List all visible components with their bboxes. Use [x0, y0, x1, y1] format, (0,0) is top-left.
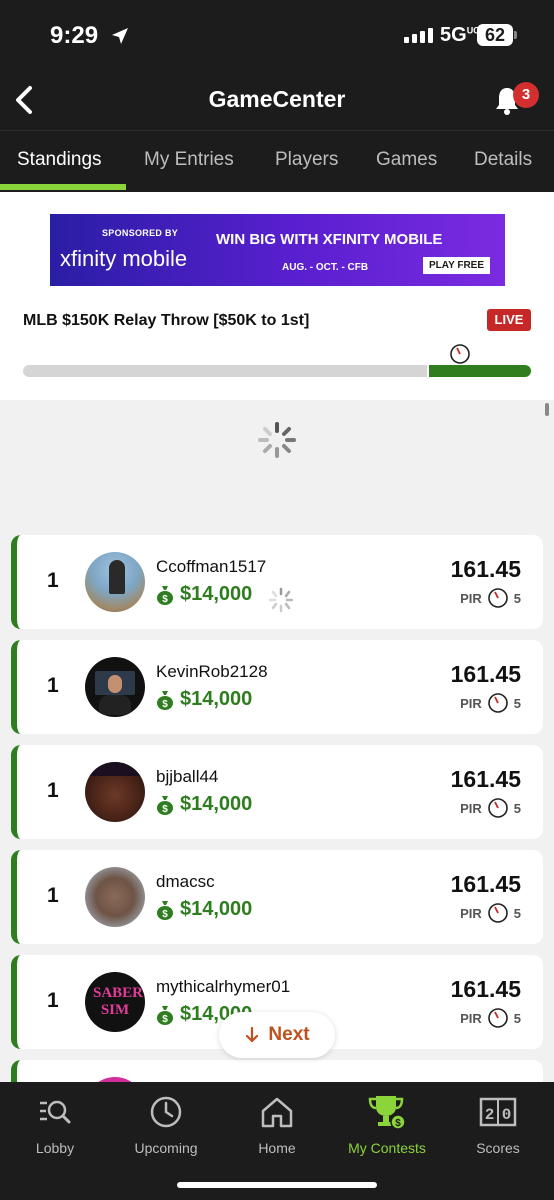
nav-lobby[interactable]: Lobby — [0, 1090, 110, 1156]
tab-games[interactable]: Games — [376, 149, 437, 171]
avatar: SABER SIM — [85, 972, 145, 1032]
tab-bar: Standings My Entries Players Games Detai… — [0, 130, 554, 192]
timer-icon — [487, 798, 508, 818]
top-bar: 9:29 5GUC 62 GameCenter 3 Standings My E… — [0, 0, 554, 192]
prize: $ $14,000 — [156, 898, 252, 921]
username: Ccoffman1517 — [156, 557, 267, 576]
svg-text:$: $ — [162, 699, 168, 710]
banner-sponsor-text: SPONSORED BY — [102, 228, 179, 238]
avatar — [85, 657, 145, 717]
home-icon — [261, 1097, 293, 1128]
scoreboard-icon: 2 0 — [479, 1097, 517, 1127]
nav-upcoming[interactable]: Upcoming — [111, 1090, 221, 1156]
svg-text:$: $ — [162, 594, 168, 605]
svg-text:$: $ — [162, 804, 168, 815]
pir: PIR 5 — [460, 587, 521, 609]
avatar — [85, 762, 145, 822]
score: 161.45 — [450, 976, 521, 1002]
standings-row[interactable]: 1 KevinRob2128 $ $14,000 161.45 PIR 5 — [11, 640, 543, 734]
score: 161.45 — [450, 766, 521, 792]
timer-icon — [450, 344, 470, 364]
nav-scores[interactable]: 2 0 Scores — [443, 1090, 553, 1156]
banner-brand-logo: xfinity mobile — [60, 246, 188, 271]
banner-headline: WIN BIG WITH XFINITY MOBILE — [216, 231, 443, 248]
active-tab-indicator — [0, 184, 126, 190]
sponsor-banner[interactable]: SPONSORED BY xfinity mobile WIN BIG WITH… — [50, 214, 505, 286]
svg-text:$: $ — [162, 1014, 168, 1025]
username: KevinRob2128 — [156, 662, 268, 681]
rank: 1 — [47, 989, 59, 1012]
battery-tip — [514, 31, 517, 39]
money-bag-icon: $ — [157, 585, 173, 605]
tab-my-entries[interactable]: My Entries — [144, 149, 234, 171]
prize: $ $14,000 — [156, 688, 252, 711]
live-badge: LIVE — [487, 309, 531, 331]
username: mythicalrhymer01 — [156, 977, 291, 996]
loading-spinner-icon — [268, 587, 294, 613]
pir: PIR 5 — [460, 797, 521, 819]
avatar-logo-text: SABER SIM — [93, 985, 144, 1018]
score: 161.45 — [450, 871, 521, 897]
network-label: 5GUC — [440, 24, 480, 46]
money-bag-icon: $ — [157, 900, 173, 920]
tab-details[interactable]: Details — [474, 149, 532, 171]
standings-row[interactable]: 1 Ccoffman1517 $ $14,000 161.45 PIR 5 — [11, 535, 543, 629]
home-indicator[interactable] — [177, 1182, 377, 1188]
clock-icon — [150, 1096, 182, 1128]
standings-row[interactable]: 1 dmacsc $ $14,000 161.45 PIR 5 — [11, 850, 543, 944]
avatar — [85, 867, 145, 927]
banner-dates: AUG. - OCT. - CFB — [282, 262, 369, 273]
timer-icon — [487, 588, 508, 608]
contest-title: MLB $150K Relay Throw [$50K to 1st] — [23, 312, 310, 329]
score: 161.45 — [450, 661, 521, 687]
timer-icon — [487, 693, 508, 713]
arrow-down-icon — [246, 1026, 259, 1043]
prize: $ $14,000 — [156, 583, 252, 606]
banner-cta-button[interactable]: PLAY FREE — [423, 257, 491, 274]
avatar — [85, 552, 145, 612]
loading-spinner-icon — [258, 422, 296, 458]
score: 161.45 — [450, 556, 521, 582]
username: bjjball44 — [156, 767, 219, 786]
svg-text:$: $ — [162, 909, 168, 920]
signal-icon — [404, 28, 433, 43]
nav-my-contests[interactable]: $ My Contests — [332, 1090, 442, 1156]
pir: PIR 5 — [460, 1007, 521, 1029]
pir: PIR 5 — [460, 902, 521, 924]
next-label: Next — [268, 1024, 310, 1045]
tab-players[interactable]: Players — [275, 149, 338, 171]
location-arrow-icon — [112, 28, 128, 44]
notification-badge: 3 — [513, 82, 539, 108]
lobby-search-icon — [40, 1100, 71, 1124]
tab-standings[interactable]: Standings — [17, 149, 102, 171]
status-time: 9:29 — [50, 22, 99, 49]
timer-icon — [487, 903, 508, 923]
timer-icon — [487, 1008, 508, 1028]
standings-row[interactable]: 1 bjjball44 $ $14,000 161.45 PIR 5 — [11, 745, 543, 839]
money-bag-icon: $ — [157, 1005, 173, 1025]
battery-indicator: 62 — [477, 24, 513, 46]
rank: 1 — [47, 674, 59, 697]
svg-text:0: 0 — [502, 1106, 512, 1124]
nav-home[interactable]: Home — [222, 1090, 332, 1156]
rank: 1 — [47, 884, 59, 907]
username: dmacsc — [156, 872, 215, 891]
scrollbar[interactable] — [545, 403, 549, 416]
money-bag-icon: $ — [157, 690, 173, 710]
contest-panel: SPONSORED BY xfinity mobile WIN BIG WITH… — [0, 192, 554, 400]
rank: 1 — [47, 569, 59, 592]
prize: $ $14,000 — [156, 793, 252, 816]
trophy-icon: $ — [368, 1096, 406, 1130]
page-title: GameCenter — [208, 86, 346, 112]
pir: PIR 5 — [460, 692, 521, 714]
contest-progress-fill — [429, 365, 531, 377]
money-bag-icon: $ — [157, 795, 173, 815]
rank: 1 — [47, 779, 59, 802]
next-button[interactable]: Next — [219, 1012, 335, 1058]
contest-progress-track — [23, 365, 427, 377]
svg-text:2: 2 — [485, 1106, 495, 1124]
svg-text:$: $ — [395, 1118, 401, 1129]
